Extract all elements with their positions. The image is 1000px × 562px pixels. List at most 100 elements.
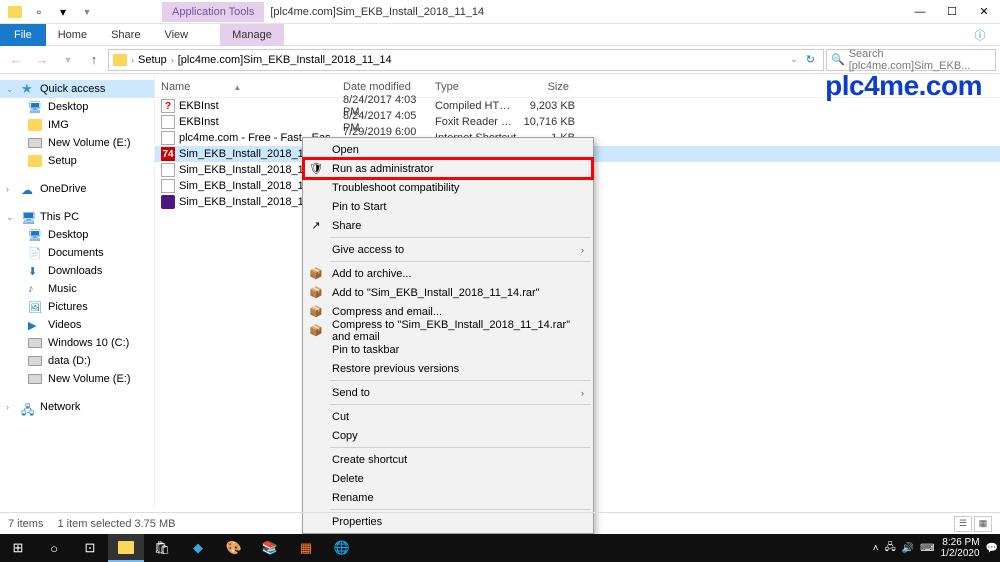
ctx-give-access-to[interactable]: Give access to› — [304, 240, 592, 259]
sidebar-this-pc[interactable]: ⌄🖥This PC — [0, 208, 154, 226]
manage-tab[interactable]: Manage — [220, 24, 284, 46]
ctx-restore-versions[interactable]: Restore previous versions — [304, 359, 592, 378]
ctx-troubleshoot[interactable]: Troubleshoot compatibility — [304, 178, 592, 197]
thumbnails-view-icon[interactable]: ▦ — [974, 516, 992, 532]
ctx-compress-rar-email[interactable]: 📦Compress to "Sim_EKB_Install_2018_11_14… — [304, 321, 592, 340]
search-placeholder: Search [plc4me.com]Sim_EKB... — [849, 48, 991, 72]
store-taskbar-icon[interactable]: 🛍 — [144, 534, 180, 562]
ctx-separator — [330, 380, 591, 381]
ctx-rename[interactable]: Rename — [304, 488, 592, 507]
up-button[interactable]: ↑ — [82, 48, 106, 72]
file-icon — [161, 179, 175, 193]
column-size[interactable]: Size — [519, 81, 575, 93]
ctx-cut[interactable]: Cut — [304, 407, 592, 426]
start-button[interactable]: ⊞ — [0, 534, 36, 562]
ctx-share[interactable]: ↗Share — [304, 216, 592, 235]
minimize-button[interactable]: — — [904, 0, 936, 24]
ctx-add-rar[interactable]: 📦Add to "Sim_EKB_Install_2018_11_14.rar" — [304, 283, 592, 302]
cortana-button[interactable]: ○ — [36, 534, 72, 562]
context-menu: Open 🛡Run as administrator Troubleshoot … — [302, 137, 594, 534]
ctx-separator — [330, 404, 591, 405]
path-box[interactable]: › Setup › [plc4me.com]Sim_EKB_Install_20… — [108, 49, 824, 71]
notification-icon[interactable]: 💬 — [986, 543, 998, 554]
sidebar-desktop2[interactable]: 🖥Desktop — [0, 226, 154, 244]
share-tab[interactable]: Share — [99, 24, 152, 46]
qat-customize-icon[interactable]: ▼ — [76, 1, 98, 23]
breadcrumb-setup[interactable]: Setup — [138, 54, 167, 66]
qat-properties-icon[interactable]: ▫ — [28, 1, 50, 23]
column-name[interactable]: Name ▲ — [155, 81, 343, 93]
ctx-pin-to-start[interactable]: Pin to Start — [304, 197, 592, 216]
sidebar-network[interactable]: ›🖧Network — [0, 398, 154, 416]
ctx-run-as-administrator[interactable]: 🛡Run as administrator — [304, 159, 592, 178]
column-date[interactable]: Date modified — [343, 81, 435, 93]
recent-dropdown[interactable]: ▼ — [56, 48, 80, 72]
sidebar-img[interactable]: IMG — [0, 116, 154, 134]
status-bar: 7 items 1 item selected 3.75 MB ☰ ▦ — [0, 512, 1000, 534]
breadcrumb-current[interactable]: [plc4me.com]Sim_EKB_Install_2018_11_14 — [178, 54, 392, 66]
ctx-copy[interactable]: Copy — [304, 426, 592, 445]
chevron-right-icon[interactable]: › — [131, 55, 134, 65]
file-size: 9,203 KB — [519, 100, 575, 112]
refresh-icon[interactable]: ↻ — [806, 53, 815, 66]
close-button[interactable]: ✕ — [968, 0, 1000, 24]
view-tab[interactable]: View — [152, 24, 200, 46]
ctx-delete[interactable]: Delete — [304, 469, 592, 488]
sidebar-data-d[interactable]: data (D:) — [0, 352, 154, 370]
ribbon-tabs: File Home Share View Manage ⓘ — [0, 24, 1000, 46]
winrar-icon: 📦 — [308, 266, 324, 282]
file-size: 10,716 KB — [519, 116, 575, 128]
ctx-add-archive[interactable]: 📦Add to archive... — [304, 264, 592, 283]
sidebar-new-volume-e2[interactable]: New Volume (E:) — [0, 370, 154, 388]
task-view-button[interactable]: ⊡ — [72, 534, 108, 562]
system-tray[interactable]: ˄ 🖧 🔊 ⌨ 8:26 PM 1/2/2020 💬 — [865, 537, 1000, 559]
home-tab[interactable]: Home — [46, 24, 99, 46]
file-tab[interactable]: File — [0, 24, 46, 46]
status-item-count: 7 items — [8, 518, 43, 530]
back-button[interactable]: ← — [4, 48, 28, 72]
sidebar-videos[interactable]: ▶Videos — [0, 316, 154, 334]
chrome-taskbar-icon[interactable]: 🌐 — [324, 534, 360, 562]
sidebar-pictures[interactable]: 🖼Pictures — [0, 298, 154, 316]
ctx-pin-taskbar[interactable]: Pin to taskbar — [304, 340, 592, 359]
maximize-button[interactable]: ☐ — [936, 0, 968, 24]
application-tools-tab[interactable]: Application Tools — [162, 2, 264, 22]
file-icon — [161, 115, 175, 129]
sidebar-windows10-c[interactable]: Windows 10 (C:) — [0, 334, 154, 352]
help-button[interactable]: ⓘ — [960, 24, 1000, 46]
sidebar-desktop[interactable]: 🖥Desktop — [0, 98, 154, 116]
paint-taskbar-icon[interactable]: 🎨 — [216, 534, 252, 562]
tray-network-icon[interactable]: 🖧 — [885, 540, 896, 557]
winrar-icon: 📦 — [308, 304, 324, 320]
search-icon: 🔍 — [831, 53, 845, 66]
column-type[interactable]: Type — [435, 81, 519, 93]
ctx-create-shortcut[interactable]: Create shortcut — [304, 450, 592, 469]
app3-taskbar-icon[interactable]: ▦ — [288, 534, 324, 562]
status-selection: 1 item selected 3.75 MB — [57, 518, 175, 530]
details-view-icon[interactable]: ☰ — [954, 516, 972, 532]
sidebar-documents[interactable]: 📄Documents — [0, 244, 154, 262]
chevron-right-icon: › — [581, 388, 584, 398]
search-input[interactable]: 🔍 Search [plc4me.com]Sim_EKB... — [826, 49, 996, 71]
ctx-send-to[interactable]: Send to› — [304, 383, 592, 402]
ctx-open[interactable]: Open — [304, 140, 592, 159]
clock[interactable]: 8:26 PM 1/2/2020 — [941, 537, 980, 559]
tray-lang-icon[interactable]: ⌨ — [920, 543, 934, 554]
sidebar-quick-access[interactable]: ⌄★Quick access — [0, 80, 154, 98]
tray-up-icon[interactable]: ˄ — [873, 543, 879, 554]
path-dropdown-icon[interactable]: ⌄ — [790, 54, 798, 65]
sidebar-downloads[interactable]: ⬇Downloads — [0, 262, 154, 280]
sidebar-setup[interactable]: Setup — [0, 152, 154, 170]
file-row[interactable]: EKBInst8/24/2017 4:05 PMFoxit Reader PDF… — [155, 114, 1000, 130]
app2-taskbar-icon[interactable]: 📚 — [252, 534, 288, 562]
explorer-taskbar-icon[interactable] — [108, 534, 144, 562]
sidebar-onedrive[interactable]: ›☁OneDrive — [0, 180, 154, 198]
tray-volume-icon[interactable]: 🔊 — [902, 543, 914, 554]
forward-button[interactable]: → — [30, 48, 54, 72]
sidebar-new-volume-e[interactable]: New Volume (E:) — [0, 134, 154, 152]
app-taskbar-icon[interactable]: ◆ — [180, 534, 216, 562]
sidebar-music[interactable]: ♪Music — [0, 280, 154, 298]
chevron-right-icon[interactable]: › — [171, 55, 174, 65]
qat-new-folder-icon[interactable]: ▾ — [52, 1, 74, 23]
file-icon: 74 — [161, 147, 175, 161]
